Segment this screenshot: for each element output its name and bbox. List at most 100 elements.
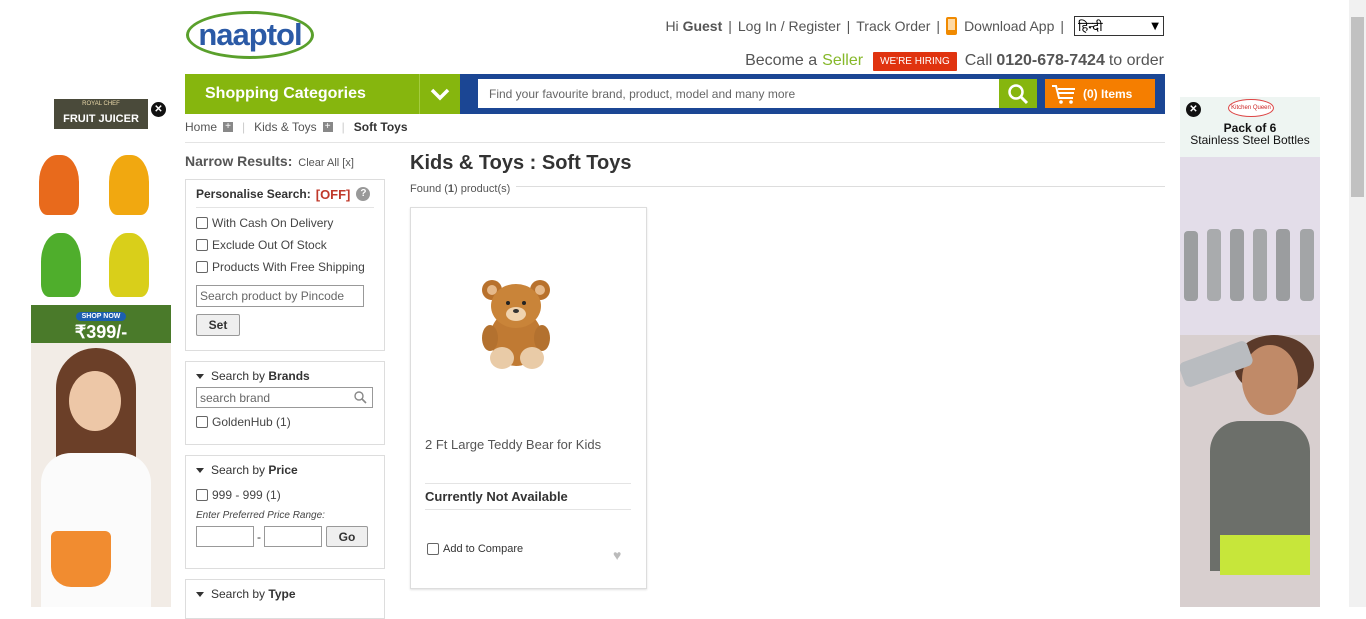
divider: [425, 483, 631, 484]
download-app-link[interactable]: Download App: [964, 18, 1054, 34]
checkbox[interactable]: [196, 261, 208, 273]
brands-filter-heading[interactable]: Search by Brands: [196, 368, 374, 384]
close-icon[interactable]: ✕: [1186, 102, 1201, 117]
search-input[interactable]: Find your favourite brand, product, mode…: [478, 79, 999, 108]
naaptol-logo[interactable]: naaptol: [186, 11, 314, 59]
chevron-down-icon: [430, 88, 450, 101]
model-image: [1180, 335, 1320, 607]
search-icon: [354, 391, 367, 404]
availability-status: Currently Not Available: [425, 489, 568, 504]
price-range-label: Enter Preferred Price Range:: [196, 510, 325, 521]
add-to-compare-checkbox[interactable]: Add to Compare: [427, 543, 523, 555]
cart-count: (0) Items: [1083, 86, 1133, 101]
found-suffix: ) product(s): [454, 183, 511, 195]
personalise-search-box: Personalise Search: [OFF] ? With Cash On…: [185, 179, 385, 351]
orange-juicer-image: [39, 155, 79, 215]
narrow-results-heading: Narrow Results: Clear All [x]: [185, 153, 354, 169]
shopping-categories-button[interactable]: Shopping Categories: [185, 74, 419, 114]
price-label: 999 - 999 (1): [212, 488, 281, 502]
mobile-phone-icon: [946, 17, 958, 35]
ad-shop-now-button[interactable]: SHOP NOW: [75, 312, 127, 321]
help-icon[interactable]: ?: [356, 187, 371, 201]
collapse-triangle-icon: [196, 373, 204, 379]
breadcrumb-category[interactable]: Kids & Toys: [254, 120, 316, 134]
set-pincode-button[interactable]: Set: [196, 314, 240, 336]
breadcrumb-home[interactable]: Home: [185, 120, 217, 134]
ad-brand: Kitchen Queen: [1228, 99, 1274, 117]
exclude-out-of-stock-checkbox[interactable]: Exclude Out Of Stock: [196, 234, 374, 256]
min-price-input[interactable]: [196, 526, 254, 547]
search-icon: [1008, 83, 1029, 104]
filter-label-bold: Price: [268, 463, 298, 477]
categories-dropdown-toggle[interactable]: [419, 74, 460, 114]
filter-label: Search by: [211, 369, 266, 383]
collapse-triangle-icon: [196, 591, 204, 597]
greeting-name: Guest: [682, 18, 723, 34]
divider: [516, 186, 1165, 187]
max-price-input[interactable]: [264, 526, 322, 547]
call-suffix: to order: [1108, 52, 1164, 69]
ad-line-2: Stainless Steel Bottles: [1190, 133, 1310, 147]
teddy-bear-image[interactable]: [478, 276, 562, 372]
range-separator: -: [257, 529, 261, 544]
type-filter-box: Search by Type: [185, 579, 385, 619]
breadcrumb: Home + | Kids & Toys + | Soft Toys: [185, 120, 408, 134]
ad-title: FRUIT JUICER: [63, 113, 139, 125]
language-select[interactable]: हिन्दी ▼: [1074, 16, 1164, 36]
green-juicer-image: [41, 233, 81, 297]
model-image: [31, 343, 171, 607]
right-advertisement[interactable]: Kitchen Queen Pack of 6 Stainless Steel …: [1180, 97, 1320, 607]
divider: [425, 509, 631, 510]
seller-link[interactable]: Seller: [822, 52, 863, 70]
language-selected: हिन्दी: [1078, 20, 1103, 35]
brand-label: GoldenHub (1): [212, 415, 291, 429]
product-card[interactable]: [410, 207, 647, 589]
brand-goldenhub-checkbox[interactable]: GoldenHub (1): [196, 411, 374, 433]
login-register-link[interactable]: Log In / Register: [738, 18, 841, 34]
logo-text: naaptol: [198, 17, 302, 52]
scrollbar-thumb[interactable]: [1351, 17, 1364, 197]
price-filter-box: Search by Price 999 - 999 (1) Enter Pref…: [185, 455, 385, 569]
filter-label: Search by: [211, 463, 266, 477]
brand-search-placeholder: search brand: [200, 390, 271, 405]
checkbox[interactable]: [196, 416, 208, 428]
product-name-link[interactable]: 2 Ft Large Teddy Bear for Kids: [425, 437, 601, 452]
greeting-prefix: Hi: [665, 18, 679, 34]
type-filter-heading[interactable]: Search by Type: [196, 586, 374, 602]
pincode-input[interactable]: Search product by Pincode: [196, 285, 364, 307]
brand-search-input[interactable]: search brand: [196, 387, 373, 408]
hiring-badge[interactable]: WE'RE HIRING: [873, 51, 957, 71]
close-icon[interactable]: ✕: [151, 102, 166, 117]
plus-icon[interactable]: +: [322, 122, 333, 132]
ad-price: ₹399/-: [74, 322, 128, 342]
clear-all-link[interactable]: Clear All [x]: [298, 157, 354, 169]
checkbox[interactable]: [427, 543, 439, 555]
collapse-triangle-icon: [196, 467, 204, 473]
phone-number: 0120-678-7424: [996, 52, 1105, 69]
cart-button[interactable]: (0) Items: [1045, 79, 1155, 108]
plus-icon[interactable]: +: [223, 122, 234, 132]
narrow-results-title: Narrow Results:: [185, 153, 293, 169]
go-button[interactable]: Go: [326, 526, 368, 547]
become-a-text: Become a: [745, 52, 818, 69]
brands-filter-box: Search by Brands search brand GoldenHub …: [185, 361, 385, 445]
free-shipping-checkbox[interactable]: Products With Free Shipping: [196, 256, 374, 278]
yellow-juicer-image: [109, 155, 149, 215]
personalise-toggle[interactable]: [OFF]: [316, 187, 351, 202]
price-range-checkbox[interactable]: 999 - 999 (1): [196, 484, 374, 506]
track-order-link[interactable]: Track Order: [856, 18, 930, 34]
search-button[interactable]: [999, 79, 1037, 108]
page-title: Kids & Toys : Soft Toys: [410, 152, 632, 174]
checkbox[interactable]: [196, 217, 208, 229]
price-filter-heading[interactable]: Search by Price: [196, 462, 374, 478]
found-count: Found (1) product(s): [410, 183, 510, 195]
filter-label-bold: Brands: [268, 369, 310, 383]
cod-checkbox[interactable]: With Cash On Delivery: [196, 212, 374, 234]
wishlist-heart-icon[interactable]: ♥: [613, 547, 621, 563]
checkbox[interactable]: [196, 239, 208, 251]
left-advertisement[interactable]: ROYAL CHEF FRUIT JUICER SHOP NOW ₹399/-: [31, 97, 171, 607]
checkbox[interactable]: [196, 489, 208, 501]
shopping-cart-icon: [1052, 84, 1075, 104]
compare-label: Add to Compare: [443, 543, 524, 555]
chevron-down-icon: ▼: [1151, 20, 1159, 32]
